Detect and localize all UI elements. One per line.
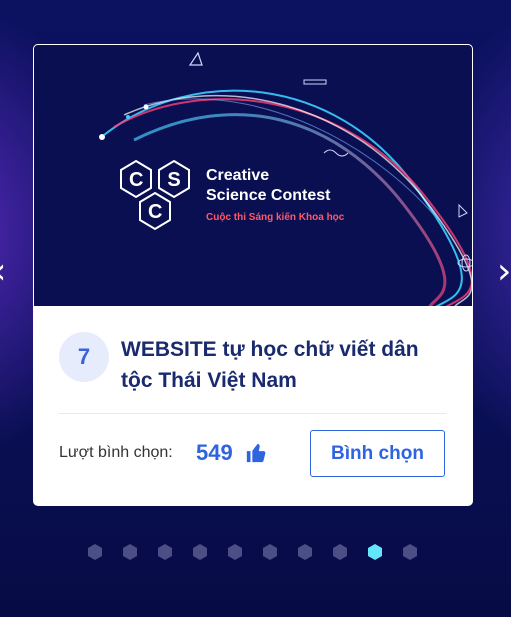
pagination-dot[interactable] <box>263 544 277 560</box>
previous-section-edge <box>0 0 511 8</box>
pagination-dot[interactable] <box>158 544 172 560</box>
entry-title[interactable]: WEBSITE tự học chữ viết dân tộc Thái Việ… <box>121 334 441 396</box>
pagination-dot[interactable] <box>298 544 312 560</box>
entry-card[interactable]: C S C Creative Science Contest Cuộc thi … <box>33 44 473 506</box>
brand-subtitle: Cuộc thi Sáng kiến Khoa học <box>206 212 345 223</box>
pagination-dot[interactable] <box>333 544 347 560</box>
brand-title-line2: Science Contest <box>206 187 331 204</box>
brand-title: Creative Science Contest <box>206 166 330 206</box>
logo-letter: C <box>129 169 144 191</box>
logo-letter: C <box>148 201 163 223</box>
chevron-right-icon[interactable]: › <box>497 254 511 290</box>
pagination-dot[interactable] <box>368 544 382 560</box>
vote-button[interactable]: Bình chọn <box>310 430 445 477</box>
divider <box>59 413 447 414</box>
rank-badge: 7 <box>59 332 109 382</box>
pagination-dot[interactable] <box>403 544 417 560</box>
pagination-dot[interactable] <box>193 544 207 560</box>
pagination-dot[interactable] <box>123 544 137 560</box>
contest-banner: C S C Creative Science Contest Cuộc thi … <box>33 44 473 307</box>
vote-count: 549 <box>196 440 233 465</box>
pagination-dot[interactable] <box>228 544 242 560</box>
brand-title-line1: Creative <box>206 167 270 184</box>
pagination-dot[interactable] <box>88 544 102 560</box>
logo-letter: S <box>167 169 181 191</box>
thumbs-up-icon <box>246 443 266 463</box>
chevron-left-icon[interactable]: ‹ <box>0 254 12 290</box>
vote-label: Lượt bình chọn: <box>59 444 173 461</box>
